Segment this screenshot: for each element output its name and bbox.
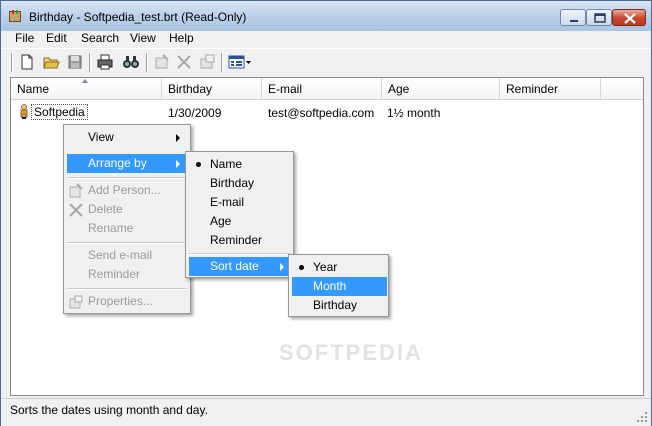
- radio-bullet-icon: [196, 162, 201, 167]
- menu-item-reminder[interactable]: Reminder: [88, 265, 140, 284]
- arrange-item-sort-date[interactable]: Sort date: [210, 257, 259, 276]
- delete-icon[interactable]: [175, 53, 193, 71]
- open-folder-icon[interactable]: [42, 53, 60, 71]
- menu-item-arrange-by[interactable]: Arrange by: [88, 154, 147, 173]
- column-label: Name: [17, 82, 50, 96]
- arrange-item-birthday[interactable]: Birthday: [210, 174, 254, 193]
- status-bar: Sorts the dates using month and day.: [1, 398, 651, 426]
- menu-search[interactable]: Search: [81, 31, 119, 48]
- column-label: Reminder: [506, 82, 559, 96]
- menu-item-delete[interactable]: Delete: [88, 200, 123, 219]
- menu-item-add-person[interactable]: Add Person...: [88, 181, 161, 200]
- cell-birthday: 1/30/2009: [168, 106, 222, 120]
- toolbar-separator: [89, 53, 91, 72]
- column-header-filler: [601, 78, 643, 100]
- menu-help[interactable]: Help: [169, 31, 194, 48]
- menu-item-properties[interactable]: Properties...: [88, 292, 153, 311]
- menu-bar: File Edit Search View Help: [1, 31, 651, 48]
- watermark: SOFTPEDIA: [279, 340, 423, 365]
- sort-item-birthday[interactable]: Birthday: [313, 296, 357, 315]
- properties-icon[interactable]: [198, 53, 216, 71]
- submenu-arrow-icon: [280, 263, 284, 271]
- minimize-icon: [570, 20, 578, 22]
- column-label: Age: [388, 82, 410, 96]
- person-icon: [20, 104, 28, 119]
- column-header-birthday[interactable]: Birthday: [162, 78, 262, 100]
- arrange-item-reminder[interactable]: Reminder: [210, 231, 262, 250]
- toolbar-separator: [221, 53, 223, 72]
- cell-email: test@softpedia.com: [268, 106, 375, 120]
- column-header-email[interactable]: E-mail: [262, 78, 382, 100]
- close-button[interactable]: [612, 9, 646, 26]
- menu-item-send-email[interactable]: Send e-mail: [88, 246, 152, 265]
- column-label: E-mail: [268, 82, 303, 96]
- arrange-item-email[interactable]: E-mail: [210, 193, 244, 212]
- title-bar[interactable]: Birthday - Softpedia_test.brt (Read-Only…: [1, 1, 651, 31]
- maximize-button[interactable]: [586, 9, 612, 26]
- menu-item-view[interactable]: View: [88, 128, 114, 147]
- menu-separator: [67, 288, 187, 290]
- arrange-item-name[interactable]: Name: [210, 155, 242, 174]
- menu-separator: [67, 242, 187, 244]
- cell-age: 1½ month: [387, 106, 441, 120]
- menu-edit[interactable]: Edit: [46, 31, 67, 48]
- submenu-arrow-icon: [176, 160, 180, 168]
- birthday-app-icon: [9, 10, 21, 22]
- menu-separator: [189, 253, 290, 255]
- sort-item-year[interactable]: Year: [313, 258, 337, 277]
- column-header-reminder[interactable]: Reminder: [500, 78, 601, 100]
- arrange-by-submenu: Name Birthday E-mail Age Reminder Sort d…: [185, 151, 294, 278]
- menu-file[interactable]: File: [15, 31, 34, 48]
- sort-date-submenu: Year Month Birthday: [288, 254, 389, 317]
- find-icon[interactable]: [122, 53, 140, 71]
- add-person-icon: [69, 183, 83, 198]
- column-header-name[interactable]: Name: [11, 78, 162, 100]
- sort-item-month[interactable]: Month: [313, 277, 346, 296]
- close-icon: [624, 13, 636, 24]
- properties-icon: [69, 295, 83, 309]
- delete-icon: [69, 203, 83, 217]
- menu-view[interactable]: View: [130, 31, 156, 48]
- menu-item-rename[interactable]: Rename: [88, 219, 133, 238]
- column-label: Birthday: [168, 82, 213, 96]
- sort-ascending-icon: [82, 79, 88, 83]
- window-title: Birthday - Softpedia_test.brt (Read-Only…: [29, 10, 247, 24]
- arrange-item-age[interactable]: Age: [210, 212, 231, 231]
- resize-grip-icon[interactable]: [636, 411, 648, 423]
- toolbar-separator: [146, 53, 148, 72]
- submenu-arrow-icon: [176, 134, 180, 142]
- column-header-age[interactable]: Age: [382, 78, 500, 100]
- toolbar-grip: [11, 53, 13, 72]
- toolbar: [1, 48, 651, 76]
- maximize-icon: [594, 13, 606, 23]
- menu-separator: [67, 177, 187, 179]
- view-options-icon[interactable]: [228, 53, 252, 71]
- new-file-icon[interactable]: [18, 53, 36, 71]
- radio-bullet-icon: [299, 265, 304, 270]
- minimize-button[interactable]: [560, 9, 586, 26]
- cell-name[interactable]: Softpedia: [31, 104, 88, 120]
- context-menu: View Arrange by Add Person... Delete Ren…: [63, 124, 191, 314]
- save-icon[interactable]: [66, 53, 84, 71]
- status-text: Sorts the dates using month and day.: [10, 403, 208, 417]
- print-icon[interactable]: [96, 53, 114, 71]
- add-person-icon[interactable]: [153, 53, 171, 71]
